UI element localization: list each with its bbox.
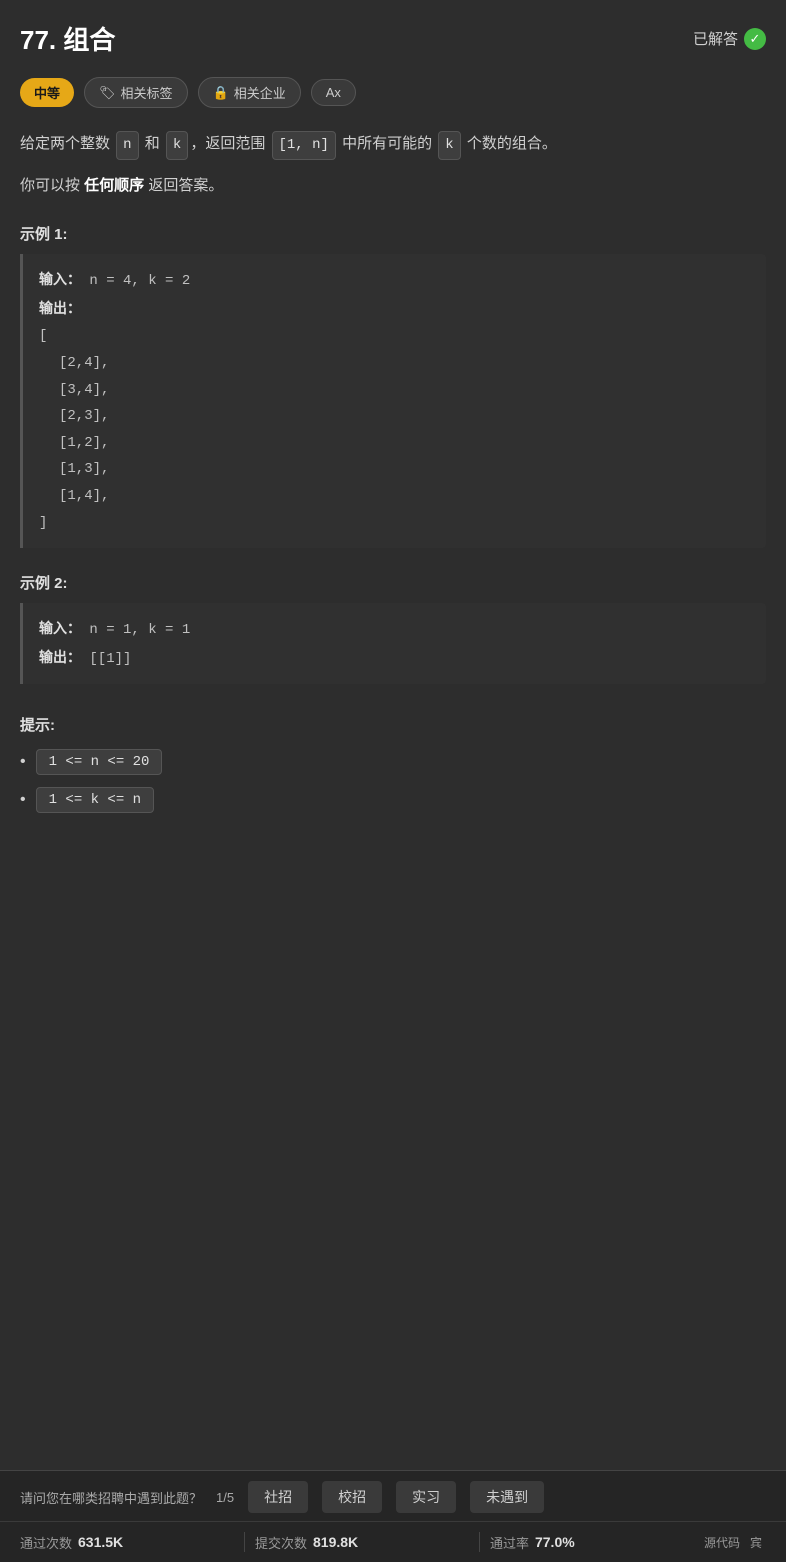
example1-line2: [3,4], — [39, 377, 750, 404]
example1-line4: [1,2], — [39, 430, 750, 457]
example1-line6: [1,4], — [39, 483, 750, 510]
recruit-btn-shezhai[interactable]: 社招 — [248, 1481, 308, 1513]
example1-line3: [2,3], — [39, 403, 750, 430]
example2-output-line: 输出： [[1]] — [39, 644, 750, 673]
example1-title: 示例 1: — [20, 223, 766, 244]
example1-block: 输入： n = 4, k = 2 输出： [ [2,4], [3,4], [2,… — [20, 254, 766, 548]
example1-output-label: 输出： — [39, 295, 750, 324]
stat-pass-label: 通过次数 — [20, 1533, 72, 1552]
source-code-link[interactable]: 源代码 — [704, 1534, 740, 1551]
page-title: 77. 组合 — [20, 20, 115, 57]
lang-label: Ax — [326, 85, 341, 100]
stat-submit-value: 819.8K — [313, 1534, 358, 1550]
source-bin-link[interactable]: 宾 — [750, 1534, 762, 1551]
tags-row: 中等 🏷 相关标签 🔒 相关企业 Ax — [20, 77, 766, 108]
stat-submit-label: 提交次数 — [255, 1533, 307, 1552]
description-line1: 给定两个整数 n 和 k，返回范围 [1, n] 中所有可能的 k 个数的组合。 — [20, 130, 766, 160]
stat-divider-2 — [479, 1532, 480, 1552]
related-tags-label: 相关标签 — [121, 83, 173, 102]
bottom-bar: 请问您在哪类招聘中遇到此题？ 1/5 社招 校招 实习 未遇到 通过次数 631… — [0, 1470, 786, 1562]
hint-code-1: 1 <= n <= 20 — [36, 749, 163, 775]
related-company-btn[interactable]: 🔒 相关企业 — [198, 77, 301, 108]
example1-output-open: [ — [39, 323, 750, 350]
bold-any-order: 任何顺序 — [84, 177, 144, 194]
solved-label: 已解答 — [693, 28, 738, 49]
lang-btn[interactable]: Ax — [311, 79, 356, 106]
bullet-1: • — [20, 753, 26, 771]
recruitment-row: 请问您在哪类招聘中遇到此题？ 1/5 社招 校招 实习 未遇到 — [0, 1471, 786, 1522]
example2-output-label-text: 输出： — [39, 649, 81, 665]
stat-submit-count: 提交次数 819.8K — [255, 1533, 469, 1552]
stat-rate-label: 通过率 — [490, 1533, 529, 1552]
related-company-label: 相关企业 — [234, 83, 286, 102]
example1-input-line: 输入： n = 4, k = 2 — [39, 266, 750, 295]
solved-icon: ✓ — [744, 28, 766, 50]
example2-block: 输入： n = 1, k = 1 输出： [[1]] — [20, 603, 766, 684]
stats-row: 通过次数 631.5K 提交次数 819.8K 通过率 77.0% 源代码 宾 — [0, 1522, 786, 1562]
lock-icon: 🔒 — [213, 85, 229, 101]
example2-output-value: [[1]] — [89, 651, 131, 667]
recruit-btn-xiaozhai[interactable]: 校招 — [322, 1481, 382, 1513]
code-k: k — [166, 131, 188, 160]
example1-output-label-text: 输出： — [39, 300, 81, 316]
hint-item-2: • 1 <= k <= n — [20, 787, 766, 813]
code-n: n — [116, 131, 138, 160]
code-range: [1, n] — [272, 131, 336, 160]
recruitment-label: 请问您在哪类招聘中遇到此题？ — [20, 1488, 202, 1507]
example2-input-label: 输入： — [39, 620, 81, 636]
solved-badge: 已解答 ✓ — [693, 28, 766, 50]
hint-item-1: • 1 <= n <= 20 — [20, 749, 766, 775]
example2-input-value: n = 1, k = 1 — [89, 622, 190, 638]
example1-line1: [2,4], — [39, 350, 750, 377]
stat-divider-1 — [244, 1532, 245, 1552]
example1-input-value: n = 4, k = 2 — [89, 273, 190, 289]
example1-output-close: ] — [39, 510, 750, 537]
difficulty-tag[interactable]: 中等 — [20, 78, 74, 107]
description-line2: 你可以按 任何顺序 返回答案。 — [20, 172, 766, 199]
example1-input-label: 输入： — [39, 271, 81, 287]
recruitment-counter: 1/5 — [216, 1490, 234, 1505]
hint-code-2: 1 <= k <= n — [36, 787, 154, 813]
header: 77. 组合 已解答 ✓ — [20, 20, 766, 57]
hints-title: 提示: — [20, 714, 766, 735]
source-links: 源代码 宾 — [704, 1534, 766, 1551]
example2-title: 示例 2: — [20, 572, 766, 593]
recruit-btn-not-seen[interactable]: 未遇到 — [470, 1481, 544, 1513]
stat-pass-value: 631.5K — [78, 1534, 123, 1550]
example1-line5: [1,3], — [39, 456, 750, 483]
recruit-btn-shixi[interactable]: 实习 — [396, 1481, 456, 1513]
stat-pass-rate: 通过率 77.0% — [490, 1533, 704, 1552]
bullet-2: • — [20, 791, 26, 809]
related-tags-btn[interactable]: 🏷 相关标签 — [84, 77, 188, 108]
stat-rate-value: 77.0% — [535, 1534, 575, 1550]
stat-pass-count: 通过次数 631.5K — [20, 1533, 234, 1552]
page-container: 77. 组合 已解答 ✓ 中等 🏷 相关标签 🔒 相关企业 Ax 给定两个整数 … — [0, 0, 786, 905]
example2-input-line: 输入： n = 1, k = 1 — [39, 615, 750, 644]
difficulty-label: 中等 — [34, 83, 60, 102]
code-k2: k — [438, 131, 460, 160]
tag-icon: 🏷 — [99, 85, 116, 101]
